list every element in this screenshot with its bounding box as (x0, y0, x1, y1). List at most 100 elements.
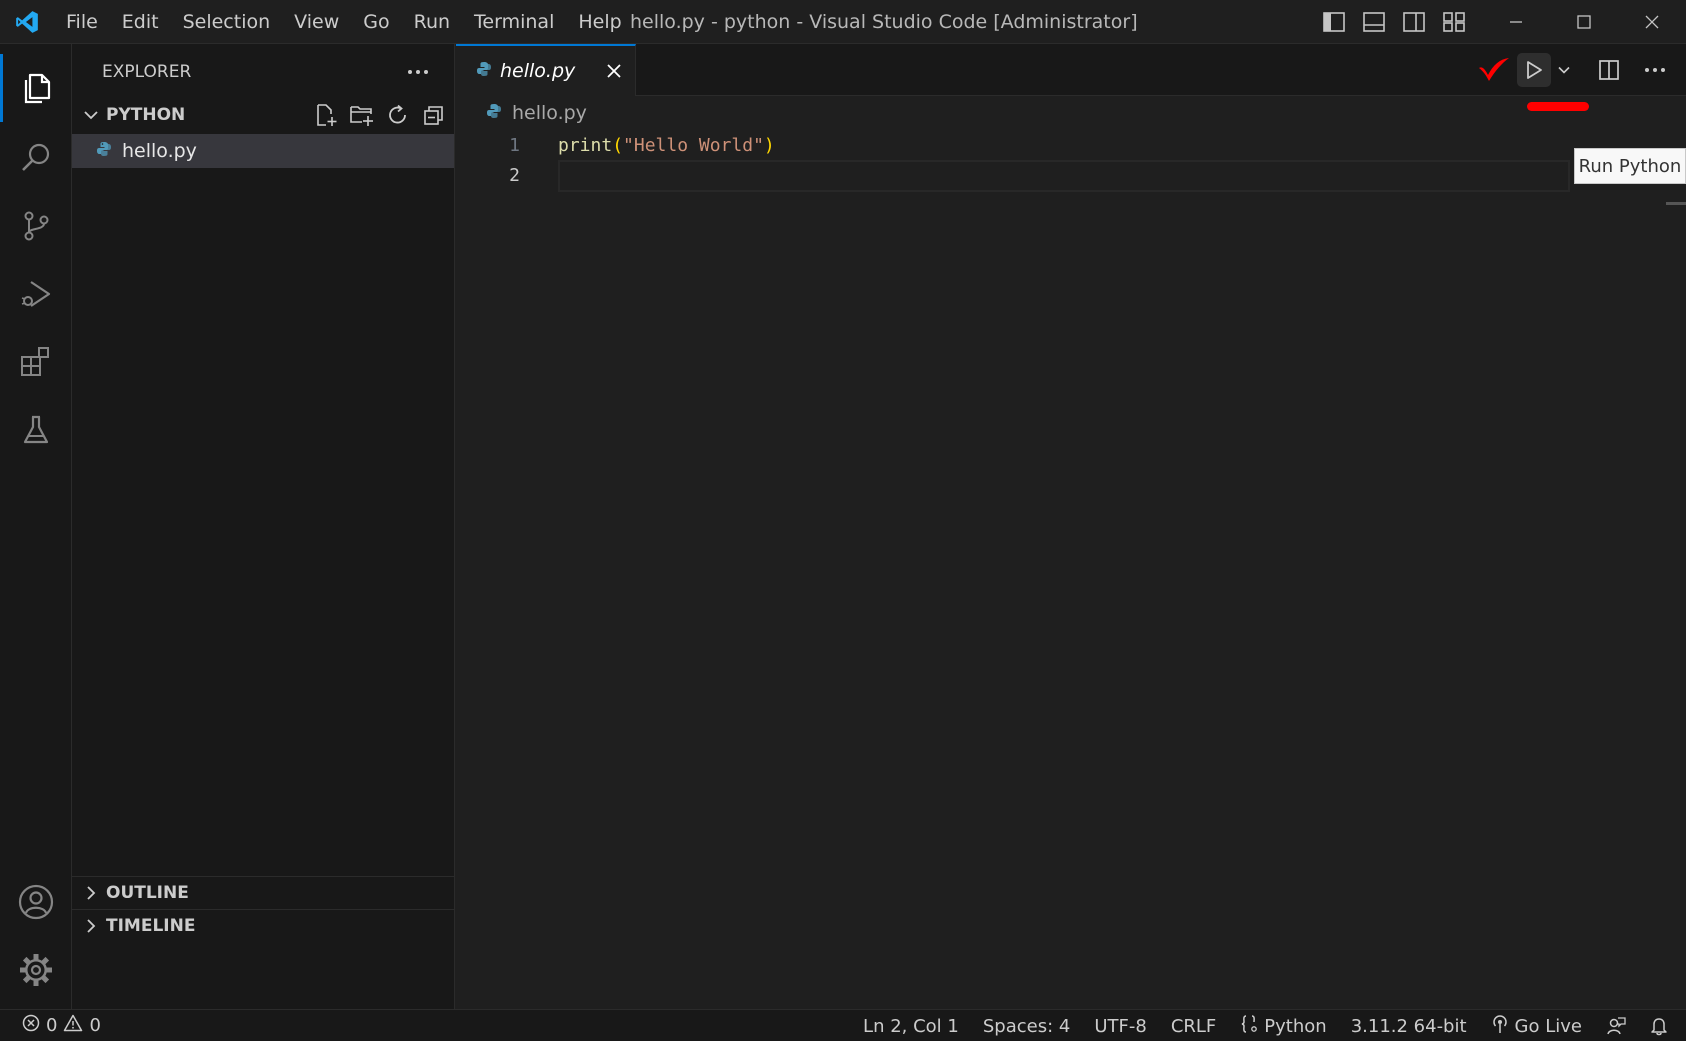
menu-help[interactable]: Help (566, 0, 633, 44)
menu-selection[interactable]: Selection (171, 0, 283, 44)
braces-icon (1240, 1014, 1258, 1039)
minimize-icon[interactable] (1482, 0, 1550, 44)
status-bar-right: Ln 2, Col 1 Spaces: 4 UTF-8 CRLF Python … (851, 1010, 1686, 1041)
tab-hello-py[interactable]: hello.py (456, 44, 636, 96)
new-file-icon[interactable] (312, 101, 340, 129)
timeline-label: TIMELINE (106, 916, 196, 936)
explorer-icon[interactable] (0, 54, 72, 122)
annotation-underline (1527, 102, 1589, 111)
tab-bar: hello.py (456, 44, 1686, 96)
chevron-down-icon (76, 100, 106, 130)
warning-icon (63, 1014, 83, 1037)
breadcrumb-file: hello.py (512, 102, 587, 124)
go-live-label: Go Live (1514, 1015, 1582, 1037)
run-python-tooltip: Run Python (1574, 148, 1686, 184)
split-editor-icon[interactable] (1586, 52, 1632, 88)
chevron-right-icon (76, 911, 106, 941)
annotation-checkmark-icon (1474, 52, 1514, 88)
python-interpreter[interactable]: 3.11.2 64-bit (1339, 1016, 1479, 1037)
code-line-current[interactable]: 2 (456, 160, 1686, 192)
menu-edit[interactable]: Edit (110, 0, 171, 44)
code-paren-token: ) (763, 134, 775, 156)
menu-bar: File Edit Selection View Go Run Terminal… (54, 0, 634, 44)
activity-bar (0, 44, 72, 1009)
file-name: hello.py (122, 140, 197, 162)
outline-label: OUTLINE (106, 883, 189, 903)
indentation[interactable]: Spaces: 4 (971, 1016, 1082, 1037)
vscode-logo-icon (0, 0, 54, 44)
tab-label: hello.py (500, 60, 576, 82)
breadcrumb[interactable]: hello.py (456, 96, 1686, 130)
python-file-icon (96, 140, 112, 162)
menu-run[interactable]: Run (402, 0, 462, 44)
error-icon (22, 1014, 40, 1037)
python-file-icon (486, 102, 502, 124)
language-label: Python (1264, 1015, 1327, 1037)
line-number: 1 (509, 134, 520, 156)
notifications-bell-icon[interactable] (1638, 1016, 1686, 1036)
status-bar: 0 0 Ln 2, Col 1 Spaces: 4 UTF-8 CRLF Pyt… (0, 1009, 1686, 1041)
code-paren-token: ( (612, 134, 624, 156)
end-of-line[interactable]: CRLF (1159, 1016, 1228, 1037)
testing-icon[interactable] (0, 396, 72, 464)
broadcast-icon (1491, 1014, 1509, 1039)
more-actions-icon[interactable] (404, 58, 432, 86)
python-file-icon (476, 61, 492, 81)
run-dropdown-chevron-icon[interactable] (1554, 52, 1574, 88)
close-window-icon[interactable] (1618, 0, 1686, 44)
go-live-button[interactable]: Go Live (1479, 1014, 1594, 1039)
editor-area: hello.py hello.py 1 print("Hello World")… (456, 44, 1686, 1009)
code-line[interactable]: 1 print("Hello World") (456, 130, 1686, 160)
extensions-icon[interactable] (0, 328, 72, 396)
feedback-icon[interactable] (1594, 1016, 1638, 1036)
sidebar-header: EXPLORER (72, 44, 454, 100)
menu-view[interactable]: View (282, 0, 351, 44)
refresh-icon[interactable] (384, 101, 412, 129)
settings-gear-icon[interactable] (0, 936, 72, 1004)
source-control-icon[interactable] (0, 192, 72, 260)
code-string-token: "Hello World" (623, 134, 764, 156)
run-debug-icon[interactable] (0, 260, 72, 328)
file-tree-item[interactable]: hello.py (72, 134, 454, 168)
menu-terminal[interactable]: Terminal (462, 0, 566, 44)
explorer-sidebar: EXPLORER PYTHON hello.py OUTLINE TIMELIN… (72, 44, 455, 1009)
title-bar: File Edit Selection View Go Run Terminal… (0, 0, 1686, 44)
window-title: hello.py - python - Visual Studio Code [… (630, 11, 1138, 33)
error-count: 0 (46, 1015, 58, 1036)
account-icon[interactable] (0, 868, 72, 936)
cursor-position[interactable]: Ln 2, Col 1 (851, 1016, 971, 1037)
chevron-right-icon (76, 878, 106, 908)
scrollbar-cursor-marker (1666, 202, 1686, 205)
editor-more-actions-icon[interactable] (1632, 52, 1678, 88)
code-editor[interactable]: 1 print("Hello World") 2 (456, 130, 1686, 192)
editor-actions (1474, 44, 1686, 96)
folder-name: PYTHON (106, 105, 186, 125)
problems-indicator[interactable]: 0 0 (0, 1014, 101, 1037)
search-icon[interactable] (0, 124, 72, 192)
collapse-all-icon[interactable] (420, 101, 448, 129)
toggle-panel-icon[interactable] (1360, 8, 1388, 36)
window-controls (1482, 0, 1686, 44)
timeline-section-header[interactable]: TIMELINE (72, 909, 455, 942)
outline-section-header[interactable]: OUTLINE (72, 876, 455, 909)
menu-go[interactable]: Go (351, 0, 401, 44)
toggle-secondary-sidebar-icon[interactable] (1400, 8, 1428, 36)
file-encoding[interactable]: UTF-8 (1082, 1016, 1158, 1037)
code-text: print("Hello World") (558, 135, 775, 156)
layout-controls (1320, 0, 1468, 44)
warning-count: 0 (89, 1015, 101, 1036)
toggle-primary-sidebar-icon[interactable] (1320, 8, 1348, 36)
language-mode[interactable]: Python (1228, 1014, 1338, 1039)
menu-file[interactable]: File (54, 0, 110, 44)
customize-layout-icon[interactable] (1440, 8, 1468, 36)
run-python-button[interactable] (1514, 52, 1554, 88)
code-function-token: print (558, 134, 613, 156)
play-icon (1517, 53, 1551, 87)
maximize-icon[interactable] (1550, 0, 1618, 44)
folder-section-header[interactable]: PYTHON (72, 100, 454, 130)
sidebar-title: EXPLORER (102, 62, 192, 82)
folder-actions (312, 100, 448, 130)
new-folder-icon[interactable] (348, 101, 376, 129)
line-number: 2 (509, 164, 520, 186)
close-tab-icon[interactable] (601, 58, 627, 84)
